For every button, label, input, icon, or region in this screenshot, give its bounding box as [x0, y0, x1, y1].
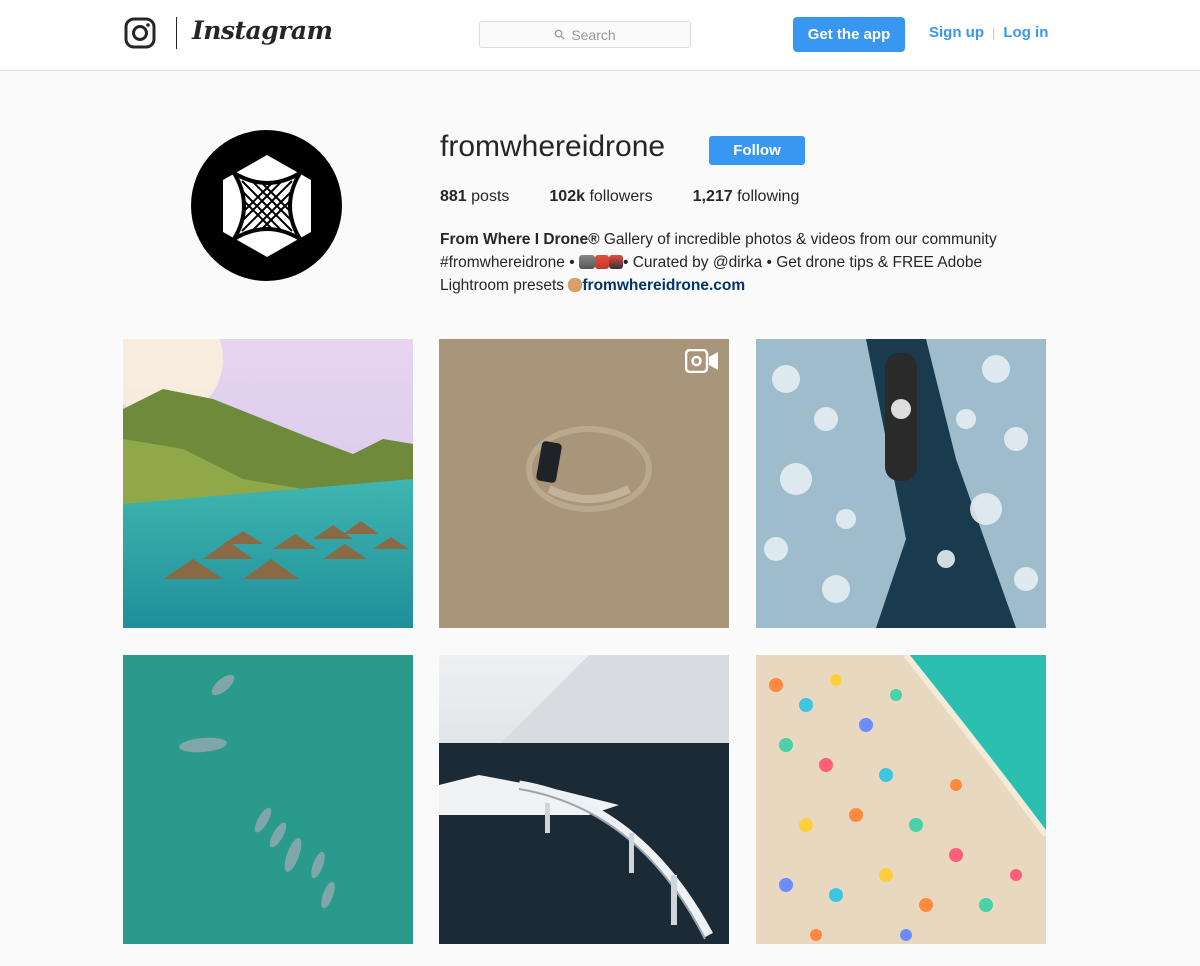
top-navigation-bar: Instagram Search Get the app Sign up | L…	[0, 0, 1200, 71]
joystick-emoji-icon	[608, 255, 623, 269]
followers-count: 102k	[549, 188, 585, 205]
sign-up-link[interactable]: Sign up	[929, 24, 984, 41]
auth-links: Sign up | Log in	[929, 24, 1048, 41]
profile-username: fromwhereidrone	[440, 130, 666, 163]
bio-line3: Lightroom presets	[440, 277, 569, 294]
bio-line2: • Curated by @dirka • Get drone tips & F…	[622, 254, 983, 271]
following-stat[interactable]: 1,217 following	[693, 188, 800, 206]
profile-avatar[interactable]	[191, 130, 342, 281]
post-image-bridge	[439, 655, 729, 944]
post-image-ship-ice	[756, 339, 1046, 628]
logo-divider	[176, 17, 177, 49]
drone-logo-icon	[222, 154, 311, 257]
search-icon	[554, 29, 565, 40]
bio-website-link[interactable]: fromwhereidrone.com	[582, 277, 745, 294]
followers-stat[interactable]: 102k followers	[549, 188, 652, 206]
followers-label: followers	[589, 188, 653, 205]
instagram-camera-icon[interactable]	[124, 17, 156, 49]
posts-label: posts	[471, 188, 510, 205]
posts-count: 881	[440, 188, 467, 205]
post-tile[interactable]	[756, 655, 1046, 944]
get-the-app-button[interactable]: Get the app	[793, 17, 905, 52]
bio-hashtag[interactable]: #fromwhereidrone •	[440, 254, 575, 271]
search-placeholder: Search	[571, 26, 616, 43]
log-in-link[interactable]: Log in	[1003, 24, 1048, 41]
following-count: 1,217	[692, 188, 733, 205]
follow-button[interactable]: Follow	[709, 136, 805, 165]
post-tile[interactable]	[123, 655, 413, 944]
camera-emoji-icon	[578, 255, 595, 269]
post-tile[interactable]	[756, 339, 1046, 628]
pointing-down-emoji-icon	[568, 278, 583, 292]
following-label: following	[737, 188, 800, 205]
post-image-desert-car	[439, 339, 729, 628]
posts-stat: 881 posts	[440, 188, 509, 206]
profile-bio: From Where I Drone® Gallery of incredibl…	[440, 228, 1050, 297]
auth-separator: |	[992, 25, 996, 40]
instagram-wordmark-logo[interactable]: Instagram	[192, 16, 333, 45]
profile-stats: 881 posts 102k followers 1,217 following	[440, 188, 799, 206]
post-image-beach	[756, 655, 1046, 944]
post-tile[interactable]	[123, 339, 413, 628]
bio-line1: Gallery of incredible photos & videos fr…	[599, 231, 997, 248]
post-tile[interactable]	[439, 339, 729, 628]
video-camera-icon	[685, 349, 718, 373]
post-image-whales	[123, 655, 413, 944]
bio-name: From Where I Drone®	[440, 231, 600, 248]
post-tile[interactable]	[439, 655, 729, 944]
search-input[interactable]: Search	[479, 21, 691, 48]
post-image-bungalows	[123, 339, 413, 628]
helicopter-emoji-icon	[594, 255, 609, 269]
